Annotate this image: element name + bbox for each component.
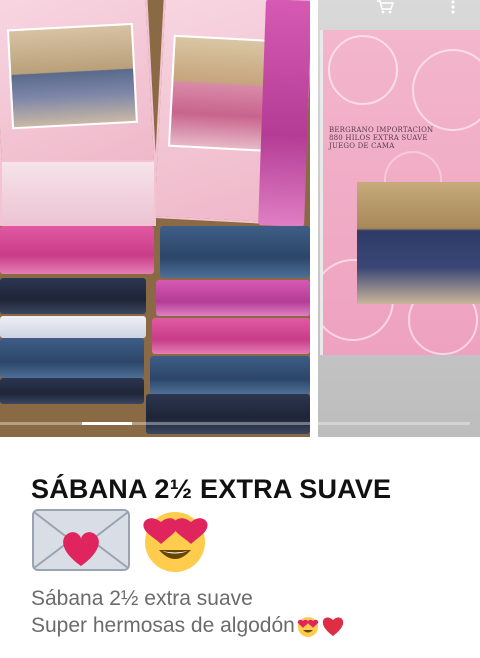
product-photo-single-package[interactable]: BERGRANO IMPORTACION 880 HILOS EXTRA SUA… [318,0,480,437]
sheet-package [0,160,156,226]
gallery-indicator-active [82,422,132,425]
pink-sheet-edge [258,0,310,227]
description-text: Super hermosas de algodón [31,614,295,637]
cart-icon[interactable] [376,0,395,14]
more-vert-icon[interactable] [444,0,462,14]
gallery-position-indicator [0,422,470,425]
post-title: SÁBANA 2½ EXTRA SUAVE [31,474,392,504]
pink-sheet-package [0,226,154,274]
love-letter-emoji [32,509,130,571]
post-description: Sábana 2½ extra suave Super hermosas de … [31,585,471,639]
white-sheet-package [0,316,146,338]
description-line: Sábana 2½ extra suave [31,587,253,610]
heart-eyes-emoji [297,617,319,638]
gallery-divider [310,0,318,437]
product-image-gallery[interactable]: BERGRANO IMPORTACION 880 HILOS EXTRA SUA… [0,0,480,437]
red-heart-emoji [322,617,344,637]
description-line-with-emojis: Super hermosas de algodón [31,612,471,639]
denim-sheet-package [160,226,310,278]
sheet-package-box: BERGRANO IMPORTACION 880 HILOS EXTRA SUA… [320,30,480,355]
navy-sheet-package [0,278,146,314]
product-photo-stacked-sheets[interactable] [0,0,310,437]
pink-sheet-package [152,318,310,354]
heart-eyes-emoji [143,512,208,572]
package-label-text: BERGRANO IMPORTACION 880 HILOS EXTRA SUA… [329,126,434,150]
denim-sheet-package [150,356,310,394]
magenta-sheet-package [156,280,310,316]
denim-sheet-package [0,338,144,378]
navy-sheet-package [146,394,310,434]
package-bedroom-photo [357,182,480,304]
title-emoji-row [31,504,231,572]
sheet-package-box [0,0,157,184]
package-bedroom-photo [6,22,138,130]
navy-sheet-package [0,378,144,404]
